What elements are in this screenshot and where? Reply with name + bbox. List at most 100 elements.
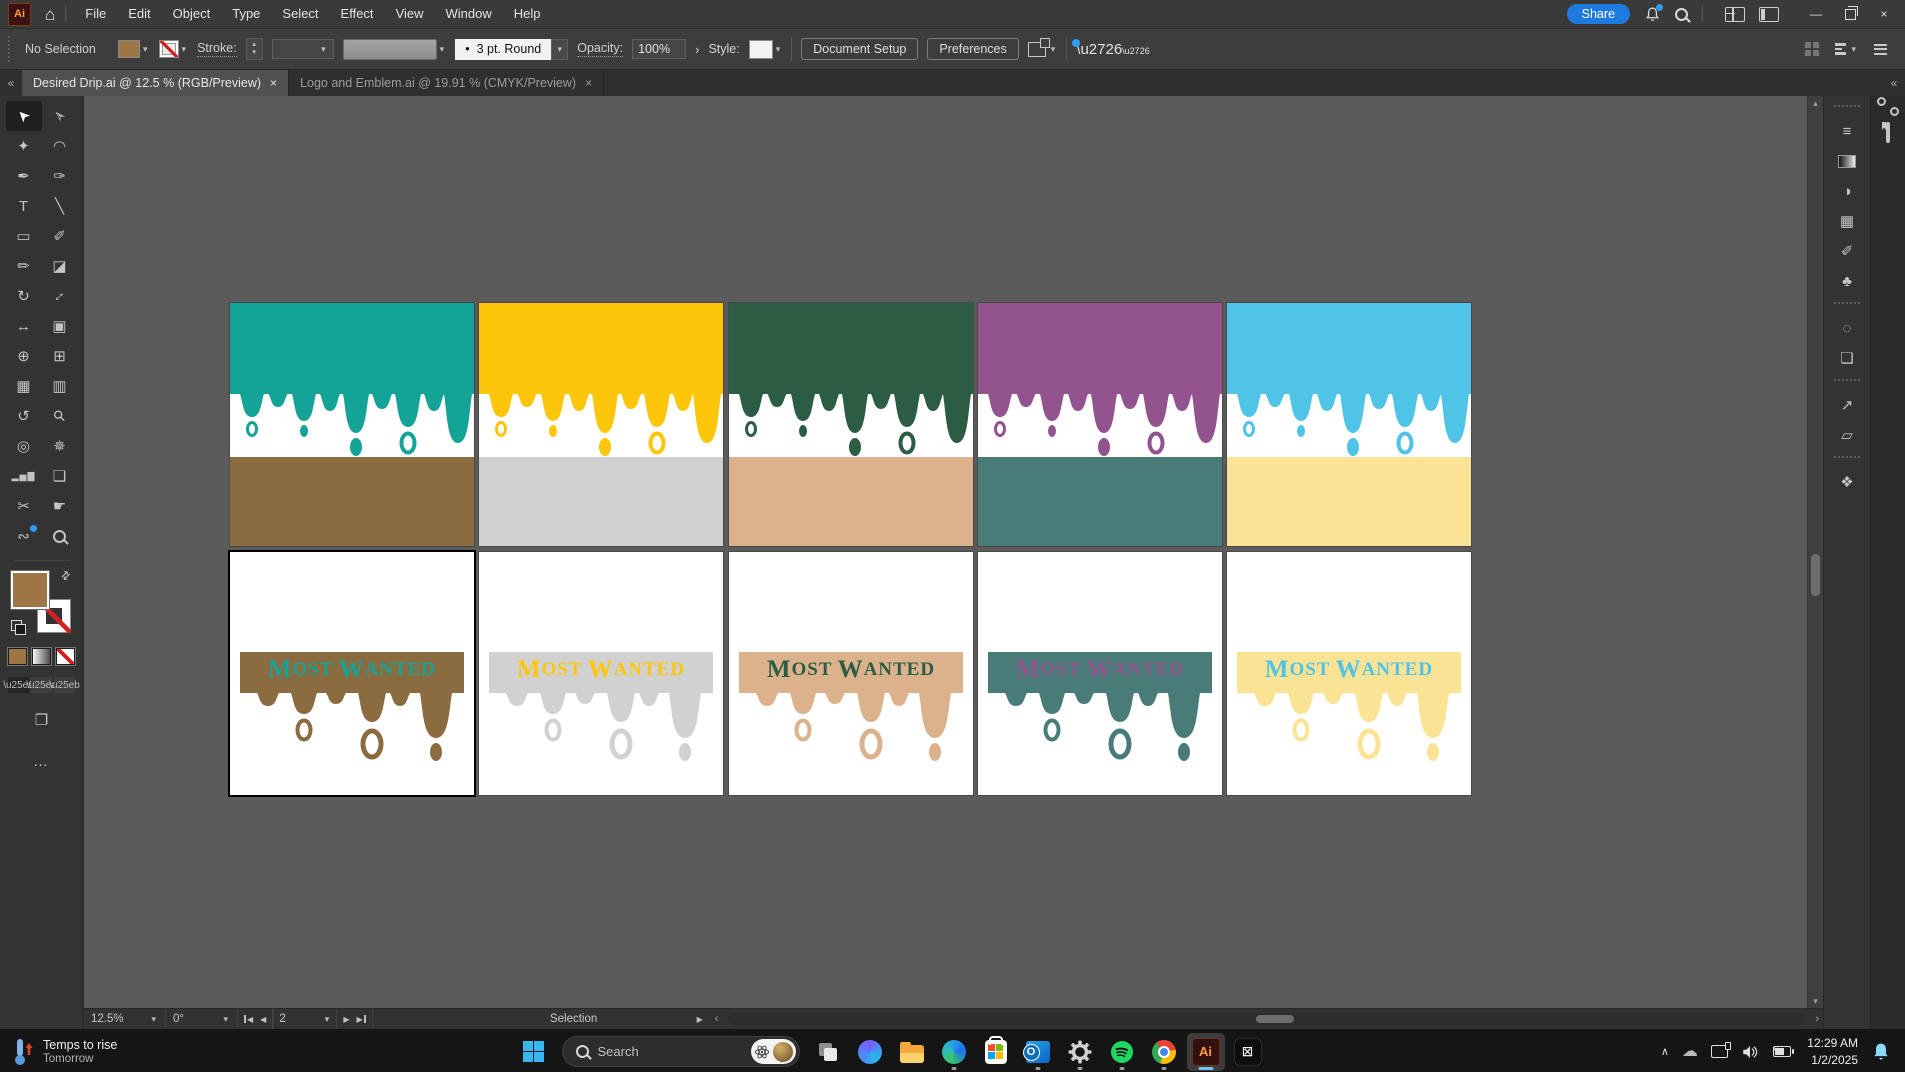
menu-effect[interactable]: Effect <box>330 0 385 28</box>
stroke-color-swatch[interactable] <box>159 40 179 58</box>
symbol-sprayer-tool[interactable]: ✵ <box>42 431 78 461</box>
opacity-expand-icon[interactable]: › <box>695 42 699 57</box>
workspace-switcher-icon[interactable] <box>1725 7 1745 22</box>
rotation-dropdown[interactable]: 0°▾ <box>166 1009 238 1029</box>
artboard-banner-3[interactable]: MOST WANTED <box>729 552 973 795</box>
color-chip[interactable] <box>8 648 27 665</box>
menu-select[interactable]: Select <box>271 0 329 28</box>
scroll-up-icon[interactable]: ▴ <box>1808 98 1823 109</box>
swap-fill-stroke-icon[interactable]: ⇄ <box>58 568 74 584</box>
next-artboard-button[interactable]: ▶ <box>343 1015 349 1024</box>
last-artboard-button[interactable]: ▶ <box>356 1015 365 1024</box>
network-display-icon[interactable] <box>1711 1045 1728 1058</box>
libraries-panel-icon[interactable] <box>1886 124 1890 142</box>
restore-button[interactable] <box>1833 0 1867 28</box>
weather-widget[interactable]: Temps to rise Tomorrow <box>14 1037 117 1067</box>
dock-drag-handle[interactable] <box>1834 456 1860 463</box>
opacity-label[interactable]: Opacity: <box>577 41 623 57</box>
document-tab[interactable]: Logo and Emblem.ai @ 19.91 % (CMYK/Previ… <box>289 70 604 96</box>
artboard-colors-5[interactable] <box>1227 303 1471 546</box>
dock-drag-handle[interactable] <box>1834 379 1860 386</box>
layers-panel-icon[interactable]: ❖ <box>1824 467 1870 497</box>
menu-edit[interactable]: Edit <box>117 0 161 28</box>
illustrator-app-icon[interactable]: Ai <box>8 3 31 26</box>
isolate-selection-icon[interactable] <box>1028 42 1046 57</box>
type-tool[interactable]: T <box>6 191 42 221</box>
fill-color-control[interactable]: ▾ <box>118 40 150 58</box>
brushes-panel-icon[interactable]: ✐ <box>1824 236 1870 266</box>
search-highlight-capsule[interactable] <box>751 1039 796 1064</box>
status-expand-icon[interactable]: ▶ <box>697 1015 703 1024</box>
isolate-selection-control[interactable]: ▾ <box>1028 42 1058 57</box>
share-button[interactable]: Share <box>1567 4 1630 25</box>
taskbar-app-edge[interactable] <box>935 1033 973 1071</box>
appearance-panel-icon[interactable]: ◌ <box>1824 313 1870 343</box>
taskbar-clock[interactable]: 12:29 AM 1/2/2025 <box>1807 1035 1858 1067</box>
stroke-weight-dropdown[interactable]: ▾ <box>272 39 334 59</box>
taskbar-app-outlook[interactable] <box>1019 1033 1057 1071</box>
paintbrush-tool[interactable]: ✐ <box>42 221 78 251</box>
dock-drag-handle[interactable] <box>1834 302 1860 309</box>
symbols-panel-icon[interactable]: ♣ <box>1824 266 1870 296</box>
intertwine-tool[interactable]: ∾ <box>6 521 42 551</box>
slice-tool[interactable]: ✂ <box>6 491 42 521</box>
close-button[interactable]: × <box>1867 0 1901 28</box>
edit-toolbar-icon[interactable]: … <box>33 753 50 770</box>
artboard-tool[interactable]: ❏ <box>42 461 78 491</box>
variable-width-profile[interactable]: ▾ <box>343 39 447 60</box>
brush-definition[interactable]: • 3 pt. Round ▾ <box>455 39 568 60</box>
hand-tool[interactable]: ☛ <box>42 491 78 521</box>
gradient-tool[interactable]: ▥ <box>42 371 78 401</box>
screen-mode-icon[interactable]: ❐ <box>35 711 48 729</box>
none-chip[interactable] <box>56 648 75 665</box>
menu-view[interactable]: View <box>385 0 435 28</box>
battery-icon[interactable]: ↯ <box>1772 1046 1794 1057</box>
workspace-menu-icon[interactable] <box>1874 44 1887 55</box>
graph-tool[interactable]: ▂▅▇ <box>6 461 42 491</box>
menu-object[interactable]: Object <box>162 0 222 28</box>
panel-drag-handle[interactable] <box>8 36 14 62</box>
taskbar-app-copilot[interactable] <box>851 1033 889 1071</box>
fill-well[interactable] <box>11 571 49 609</box>
stroke-color-control[interactable]: ▾ <box>159 40 189 58</box>
dock-drag-handle[interactable] <box>1834 105 1860 112</box>
onedrive-icon[interactable]: ☁ <box>1682 1044 1698 1060</box>
selection-tool[interactable]: ➤ <box>6 101 42 131</box>
pencil-tool[interactable]: ✏ <box>6 251 42 281</box>
hscroll-left-icon[interactable]: ‹ <box>711 1013 723 1025</box>
artboard-banner-2[interactable]: MOST WANTED <box>479 552 723 795</box>
gradient-panel-icon[interactable] <box>1824 146 1870 176</box>
free-transform-tool[interactable]: ▣ <box>42 311 78 341</box>
arrange-documents-icon[interactable]: ▾ <box>1835 43 1858 55</box>
artboard-colors-1[interactable] <box>230 303 474 546</box>
export-panel-icon[interactable]: ↗ <box>1824 390 1870 420</box>
artboard-banner-4[interactable]: MOST WANTED <box>978 552 1222 795</box>
fill-color-swatch[interactable] <box>118 40 140 58</box>
canvas[interactable]: ▴ ▾ 12.5%▾ 0°▾ ◀ ◀ 2▾ ▶ <box>84 96 1823 1029</box>
scale-tool[interactable]: ↕ <box>42 281 78 311</box>
artboard-colors-3[interactable] <box>729 303 973 546</box>
horizontal-scrollbar[interactable] <box>728 1013 1805 1025</box>
collapse-left-icon[interactable]: « <box>0 70 22 96</box>
taskbar-app-capcut[interactable]: ⊠ <box>1229 1033 1267 1071</box>
document-setup-button[interactable]: Document Setup <box>801 38 918 61</box>
style-control[interactable]: ▾ <box>749 40 783 59</box>
tab-close-icon[interactable]: × <box>270 76 277 90</box>
menu-type[interactable]: Type <box>221 0 271 28</box>
opacity-field[interactable]: 100% <box>632 39 686 59</box>
eyedropper-tool[interactable]: ⚲ <box>42 401 78 431</box>
taskbar-app-file-explorer[interactable] <box>893 1033 931 1071</box>
perspective-grid-tool[interactable]: ⊞ <box>42 341 78 371</box>
minimize-button[interactable]: — <box>1799 0 1833 28</box>
vertical-scroll-thumb[interactable] <box>1811 554 1820 596</box>
horizontal-scroll-thumb[interactable] <box>1256 1015 1294 1023</box>
notifications-bell-icon[interactable] <box>1644 6 1661 23</box>
document-grid-icon[interactable] <box>1805 42 1819 56</box>
taskbar-app-chrome[interactable] <box>1145 1033 1183 1071</box>
notification-bell-icon[interactable] <box>1871 1042 1891 1062</box>
chevron-down-icon[interactable]: ▾ <box>180 44 189 55</box>
zoom-tool[interactable] <box>42 521 78 551</box>
artboard-colors-2[interactable] <box>479 303 723 546</box>
document-tab[interactable]: Desired Drip.ai @ 12.5 % (RGB/Preview)× <box>22 70 289 96</box>
rectangle-tool[interactable]: ▭ <box>6 221 42 251</box>
